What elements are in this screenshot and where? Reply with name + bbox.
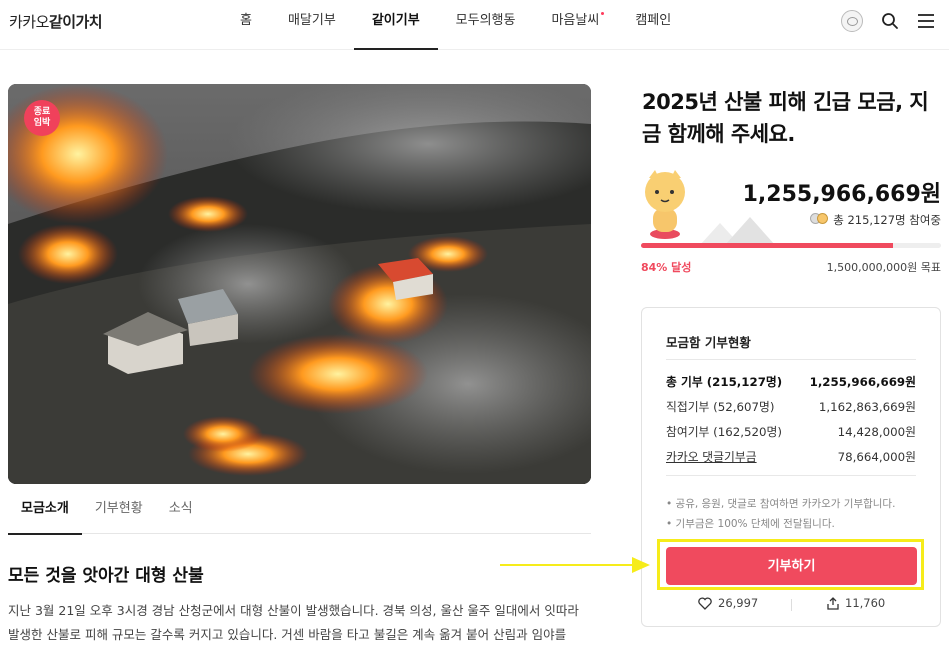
nav-weather[interactable]: 마음날씨 bbox=[533, 0, 617, 50]
content-tabs: 모금소개 기부현황 소식 bbox=[8, 490, 591, 535]
menu-icon[interactable] bbox=[917, 13, 935, 29]
note-participation: • 공유, 응원, 댓글로 참여하면 카카오가 기부합니다. bbox=[666, 498, 896, 510]
progress-fill bbox=[641, 243, 893, 248]
logo[interactable]: 카카오같이가치 bbox=[9, 11, 103, 32]
new-dot bbox=[601, 12, 605, 15]
nav-action[interactable]: 모두의행동 bbox=[438, 0, 534, 50]
campaign-title: 2025년 산불 피해 긴급 모금, 지금 함께해 주세요. bbox=[642, 90, 929, 146]
status-row-comment-donation: 카카오 댓글기부금 78,664,000원 bbox=[666, 448, 916, 465]
header-icons bbox=[841, 10, 935, 32]
character-icon bbox=[645, 170, 685, 239]
participant-avatars bbox=[810, 213, 829, 227]
divider bbox=[666, 359, 916, 360]
share-icon bbox=[827, 596, 839, 610]
tab-intro[interactable]: 모금소개 bbox=[8, 490, 82, 535]
action-bar: 26,997 11,760 bbox=[641, 596, 941, 616]
hero-image: 종료 임박 bbox=[8, 84, 591, 484]
top-header: 카카오같이가치 홈 매달기부 같이기부 모두의행동 마음날씨 캠페인 bbox=[0, 0, 949, 50]
percent-achieved: 84% 달성 bbox=[641, 261, 692, 274]
progress-bar bbox=[641, 243, 941, 248]
status-row-direct: 직접기부 (52,607명) 1,162,863,669원 bbox=[666, 400, 916, 414]
participant-count: 총 215,127명 참여중 bbox=[810, 212, 941, 228]
arrow-annotation bbox=[500, 557, 650, 573]
raised-amount: 1,255,966,669원 bbox=[742, 182, 941, 207]
status-row-participation: 참여기부 (162,520명) 14,428,000원 bbox=[666, 425, 916, 439]
article-title: 모든 것을 앗아간 대형 산불 bbox=[8, 566, 204, 586]
nav-together[interactable]: 같이기부 bbox=[353, 0, 438, 50]
article-body: 지난 3월 21일 오후 3시경 경남 산청군에서 대형 산불이 발생했습니다.… bbox=[8, 603, 579, 642]
divider bbox=[791, 599, 792, 611]
wildfire-photo bbox=[8, 84, 591, 484]
tab-news[interactable]: 소식 bbox=[156, 490, 206, 534]
closing-soon-badge: 종료 임박 bbox=[24, 100, 60, 136]
nav-home[interactable]: 홈 bbox=[222, 0, 270, 50]
main-nav: 홈 매달기부 같이기부 모두의행동 마음날씨 캠페인 bbox=[222, 0, 689, 50]
nav-monthly[interactable]: 매달기부 bbox=[270, 0, 354, 50]
status-row-total: 총 기부 (215,127명) 1,255,966,669원 bbox=[666, 375, 916, 389]
like-button[interactable]: 26,997 bbox=[698, 596, 758, 610]
divider bbox=[666, 475, 916, 476]
share-button[interactable]: 11,760 bbox=[827, 596, 885, 610]
avatar-icon[interactable] bbox=[841, 10, 863, 32]
mountain-illustration bbox=[700, 217, 775, 245]
search-icon[interactable] bbox=[881, 12, 899, 30]
goal-amount: 1,500,000,000원 목표 bbox=[826, 261, 941, 274]
status-title: 모금함 기부현황 bbox=[666, 335, 751, 350]
highlight-box bbox=[657, 539, 924, 590]
note-full-delivery: • 기부금은 100% 단체에 전달됩니다. bbox=[666, 518, 835, 530]
nav-campaign[interactable]: 캠페인 bbox=[617, 0, 689, 50]
comment-donation-link[interactable]: 카카오 댓글기부금 bbox=[666, 448, 757, 465]
heart-icon bbox=[698, 596, 712, 610]
tab-donations[interactable]: 기부현황 bbox=[82, 490, 156, 534]
